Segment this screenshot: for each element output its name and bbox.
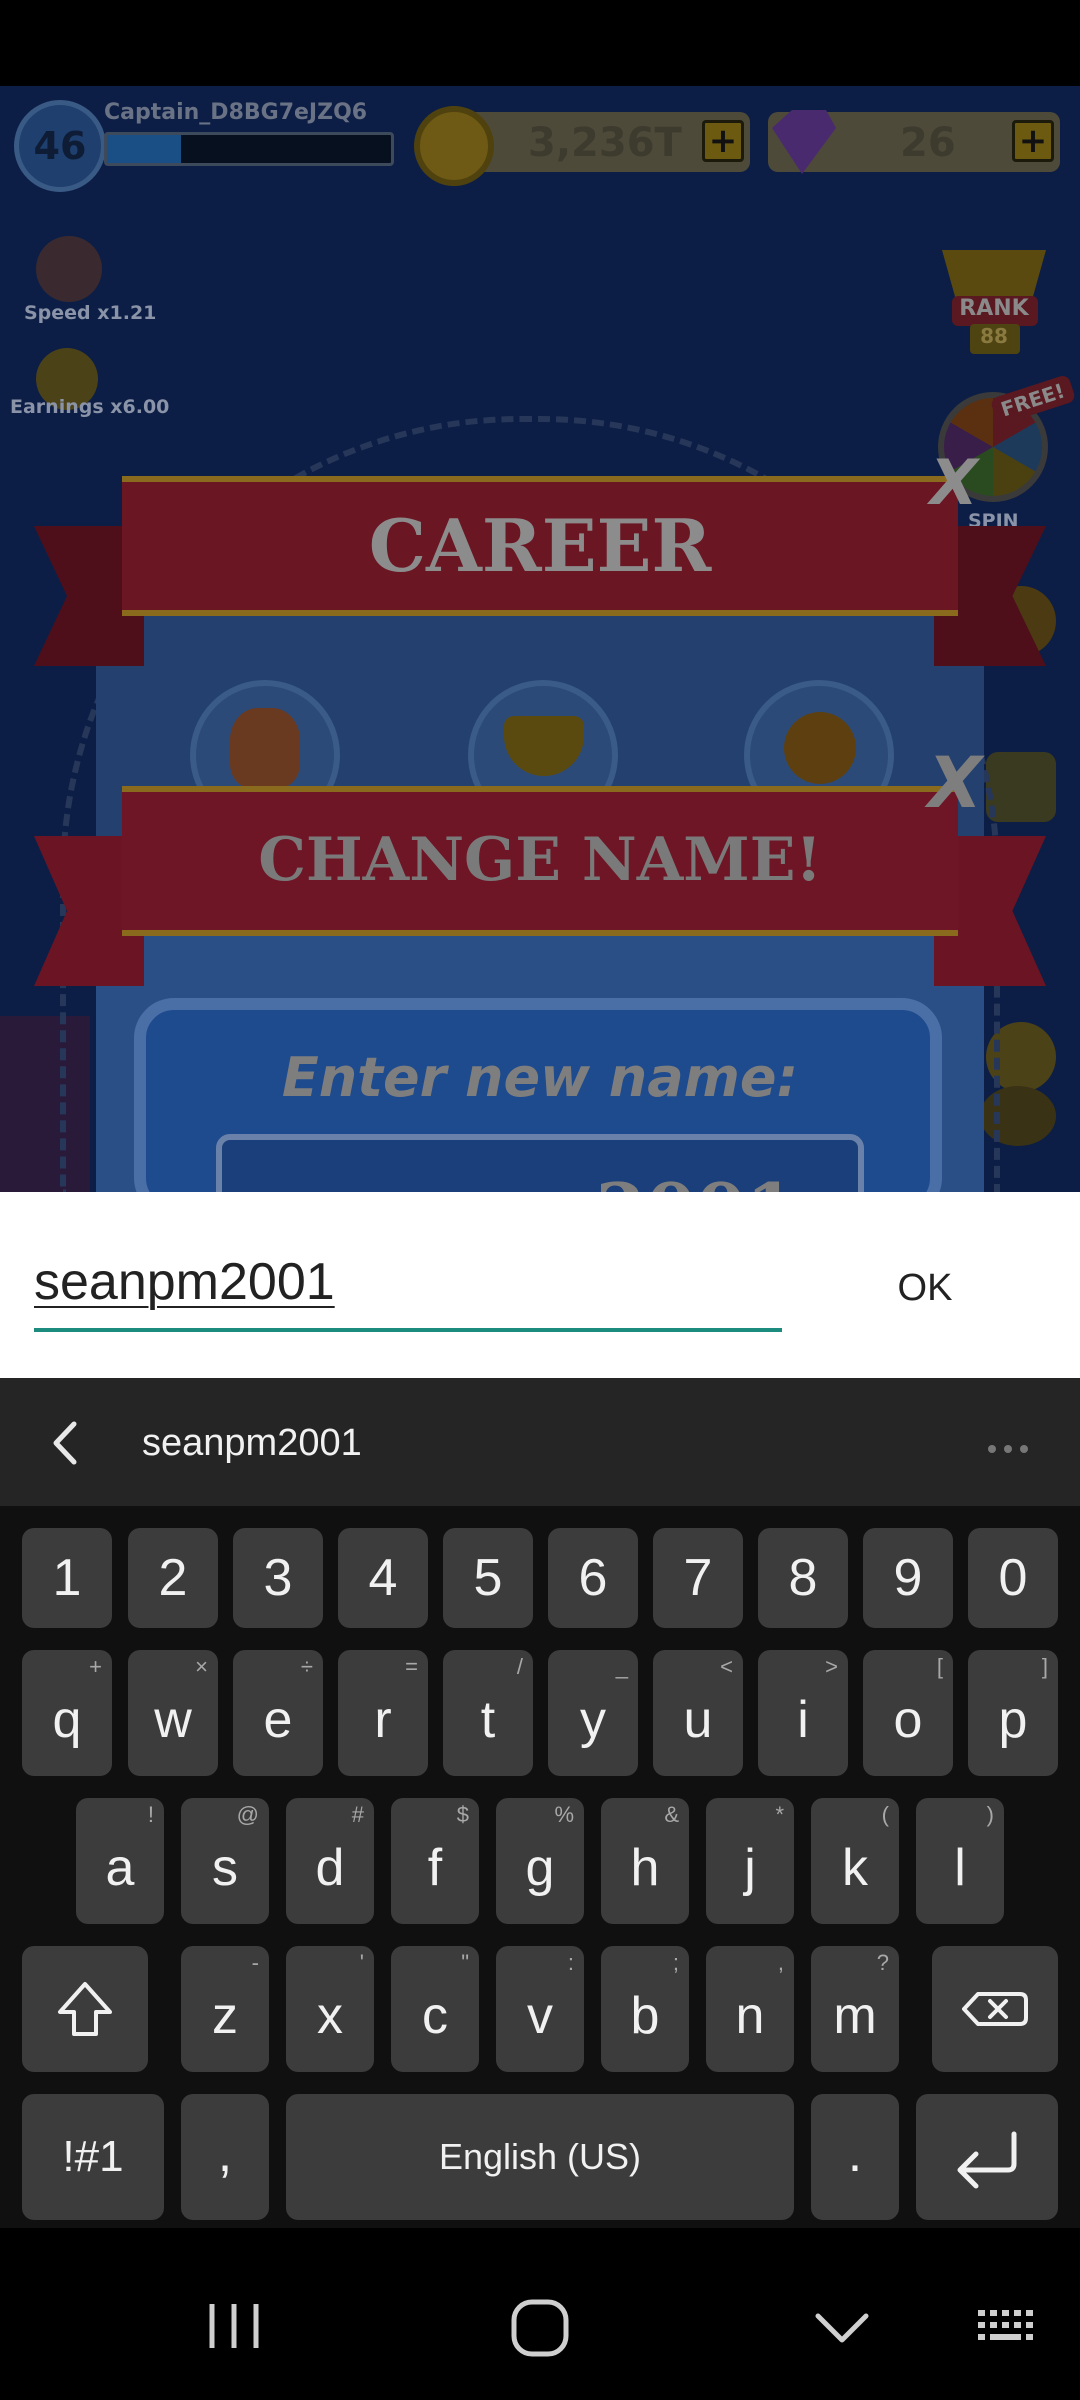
key-g[interactable]: % g [496, 1798, 584, 1924]
key-x[interactable]: ' x [286, 1946, 374, 2072]
key-c[interactable]: " c [391, 1946, 479, 2072]
suggestion-word[interactable]: seanpm2001 [142, 1418, 362, 1468]
key-i[interactable]: > i [758, 1650, 848, 1776]
key-r[interactable]: = r [338, 1650, 428, 1776]
xp-bar-fill [107, 135, 181, 163]
space-key[interactable]: English (US) [286, 2094, 794, 2220]
enter-name-prompt: Enter new name: [281, 1046, 799, 1109]
home-icon [511, 2299, 569, 2357]
back-arrow-icon[interactable] [44, 1418, 88, 1468]
key-q[interactable]: + q [22, 1650, 112, 1776]
key-n[interactable]: ,n [706, 1946, 794, 2072]
key-1[interactable]: 1 [22, 1528, 112, 1628]
hide-keyboard-icon [815, 2313, 869, 2343]
name-field-preview-text: seanpm2001 [222, 1160, 858, 1192]
ok-button[interactable]: OK [870, 1258, 980, 1318]
key-8[interactable]: 8 [758, 1528, 848, 1628]
key-7[interactable]: 7 [653, 1528, 743, 1628]
shift-key[interactable] [22, 1946, 148, 2072]
home-button[interactable] [506, 2296, 574, 2360]
hide-keyboard-button[interactable] [812, 2306, 872, 2350]
recents-icon [209, 2304, 259, 2348]
shift-icon [58, 1982, 112, 2036]
name-field-preview[interactable]: seanpm2001 [216, 1134, 864, 1192]
career-banner: CAREER [122, 476, 958, 616]
side-icon-member[interactable] [986, 752, 1056, 822]
gem-icon [762, 108, 840, 178]
keyboard-icon [978, 2310, 1033, 2340]
key-3[interactable]: 3 [233, 1528, 323, 1628]
enter-key[interactable] [916, 2094, 1058, 2220]
comma-key[interactable]: , [181, 2094, 269, 2220]
game-background: 46 Captain_D8BG7eJZQ6 3,236T + 26 + Spee… [0, 86, 1080, 1192]
rank-value: 88 [980, 324, 1008, 348]
xp-bar [104, 132, 394, 166]
name-input[interactable]: seanpm2001 [34, 1252, 335, 1312]
key-f[interactable]: $ f [391, 1798, 479, 1924]
more-options-icon[interactable] [988, 1438, 1044, 1453]
career-close-button[interactable]: X [930, 446, 978, 519]
gem-value: 26 [900, 120, 956, 166]
key-u[interactable]: < u [653, 1650, 743, 1776]
change-name-title: CHANGE NAME! [258, 825, 822, 895]
key-h[interactable]: & h [601, 1798, 689, 1924]
keyboard-switch-button[interactable] [976, 2306, 1042, 2350]
key-5[interactable]: 5 [443, 1528, 533, 1628]
key-4[interactable]: 4 [338, 1528, 428, 1628]
key-v[interactable]: :v [496, 1946, 584, 2072]
recents-button[interactable] [196, 2296, 272, 2356]
coin-icon [414, 106, 494, 186]
key-s[interactable]: @ s [181, 1798, 269, 1924]
key-z[interactable]: -z [181, 1946, 269, 2072]
key-b[interactable]: ; b [601, 1946, 689, 2072]
key-6[interactable]: 6 [548, 1528, 638, 1628]
backspace-icon [962, 1992, 1028, 2026]
level-value: 46 [33, 124, 87, 168]
career-title: CAREER [368, 503, 712, 588]
speed-label: Speed x1.21 [24, 302, 157, 324]
rank-label: RANK [959, 296, 1029, 321]
key-k[interactable]: (k [811, 1798, 899, 1924]
key-l[interactable]: ) l [916, 1798, 1004, 1924]
key-2[interactable]: 2 [128, 1528, 218, 1628]
key-p[interactable]: ] p [968, 1650, 1058, 1776]
add-coins-button[interactable]: + [702, 120, 744, 162]
symbols-key[interactable]: !#1 [22, 2094, 164, 2220]
key-y[interactable]: _ y [548, 1650, 638, 1776]
key-t[interactable]: / t [443, 1650, 533, 1776]
key-o[interactable]: [o [863, 1650, 953, 1776]
change-name-close-button[interactable]: X [928, 742, 982, 824]
backspace-key[interactable] [932, 1946, 1058, 2072]
period-key[interactable]: . [811, 2094, 899, 2220]
key-9[interactable]: 9 [863, 1528, 953, 1628]
enter-icon [957, 2131, 1017, 2189]
key-j[interactable]: * j [706, 1798, 794, 1924]
coin-value: 3,236T [528, 120, 682, 166]
level-badge: 46 [14, 100, 106, 192]
key-w[interactable]: × w [128, 1650, 218, 1776]
speed-boost-icon[interactable] [36, 236, 102, 302]
add-gems-button[interactable]: + [1012, 120, 1054, 162]
earnings-label: Earnings x6.00 [10, 396, 170, 418]
change-name-banner: CHANGE NAME! [122, 786, 958, 936]
rank-icon[interactable]: RANK 88 [922, 230, 1066, 360]
key-a[interactable]: ! a [76, 1798, 164, 1924]
key-m[interactable]: ? m [811, 1946, 899, 2072]
key-e[interactable]: ÷ e [233, 1650, 323, 1776]
player-name: Captain_D8BG7eJZQ6 [104, 100, 368, 125]
key-0[interactable]: 0 [968, 1528, 1058, 1628]
key-d[interactable]: # d [286, 1798, 374, 1924]
input-underline [34, 1328, 782, 1332]
